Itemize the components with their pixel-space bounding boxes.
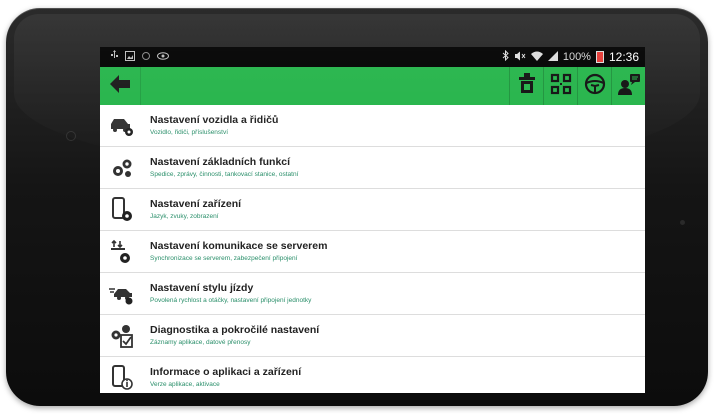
diagnostics-icon <box>108 322 136 350</box>
app-toolbar <box>100 67 645 105</box>
row-subtitle: Vozidlo, řidiči, příslušenství <box>150 129 229 136</box>
row-title: Nastavení stylu jízdy <box>150 282 254 294</box>
car-gear-icon <box>108 112 136 140</box>
steering-wheel-button[interactable] <box>577 67 611 105</box>
sync-icon <box>141 51 151 64</box>
driver-message-icon <box>617 73 641 100</box>
row-title: Diagnostika a pokročilé nastavení <box>150 324 320 336</box>
sync-gear-icon <box>108 238 136 266</box>
row-title: Nastavení zařízení <box>150 198 242 210</box>
vehicle-icon <box>517 72 537 100</box>
driver-message-button[interactable] <box>611 67 645 105</box>
gears-icon <box>108 154 136 182</box>
battery-icon <box>595 51 604 63</box>
signal-icon <box>547 50 558 64</box>
sensor-dot <box>680 220 685 225</box>
steering-wheel-icon <box>584 73 606 100</box>
back-button[interactable] <box>100 67 141 105</box>
row-subtitle: Záznamy aplikace, datové přenosy <box>150 339 251 346</box>
row-subtitle: Povolená rychlost a otáčky, nastavení př… <box>150 297 312 304</box>
phone-info-icon <box>108 364 136 392</box>
row-title: Nastavení základních funkcí <box>150 156 291 168</box>
battery-percent: 100% <box>562 51 591 63</box>
image-icon <box>125 50 135 64</box>
row-title: Nastavení komunikace se serverem <box>150 240 328 252</box>
row-subtitle: Verze aplikace, aktivace <box>150 381 220 388</box>
row-title: Informace o aplikaci a zařízení <box>150 366 302 378</box>
wifi-icon <box>530 51 543 64</box>
list-item[interactable]: Nastavení zařízení Jazyk, zvuky, zobraze… <box>100 189 645 231</box>
list-item[interactable]: Informace o aplikaci a zařízení Verze ap… <box>100 357 645 393</box>
usb-icon <box>110 50 119 64</box>
mute-icon <box>514 51 526 64</box>
list-item[interactable]: Nastavení vozidla a řidičů Vozidlo, řidi… <box>100 105 645 147</box>
settings-list: Nastavení vozidla a řidičů Vozidlo, řidi… <box>100 105 645 393</box>
row-subtitle: Spedice, zprávy, činnosti, tankovací sta… <box>150 171 299 178</box>
qr-code-button[interactable] <box>543 67 577 105</box>
eye-icon <box>157 51 169 63</box>
row-title: Nastavení vozidla a řidičů <box>150 114 279 126</box>
arrow-left-icon <box>110 74 130 98</box>
status-bar: 100% 12:36 <box>100 47 645 67</box>
front-camera <box>67 132 75 140</box>
clock: 12:36 <box>608 50 639 64</box>
screen: 100% 12:36 Nastavení vozidla a řidičů Vo… <box>100 47 645 393</box>
row-subtitle: Synchronizace se serverem, zabezpečení p… <box>150 255 298 262</box>
tablet-frame: 100% 12:36 Nastavení vozidla a řidičů Vo… <box>6 8 708 406</box>
bluetooth-icon <box>502 49 509 64</box>
list-item[interactable]: Diagnostika a pokročilé nastavení Záznam… <box>100 315 645 357</box>
list-item[interactable]: Nastavení stylu jízdy Povolená rychlost … <box>100 273 645 315</box>
qr-code-icon <box>550 73 572 100</box>
list-item[interactable]: Nastavení základních funkcí Spedice, zpr… <box>100 147 645 189</box>
speed-car-icon <box>108 280 136 308</box>
vehicle-button[interactable] <box>509 67 543 105</box>
row-subtitle: Jazyk, zvuky, zobrazení <box>150 213 219 220</box>
phone-gear-icon <box>108 196 136 224</box>
list-item[interactable]: Nastavení komunikace se serverem Synchro… <box>100 231 645 273</box>
